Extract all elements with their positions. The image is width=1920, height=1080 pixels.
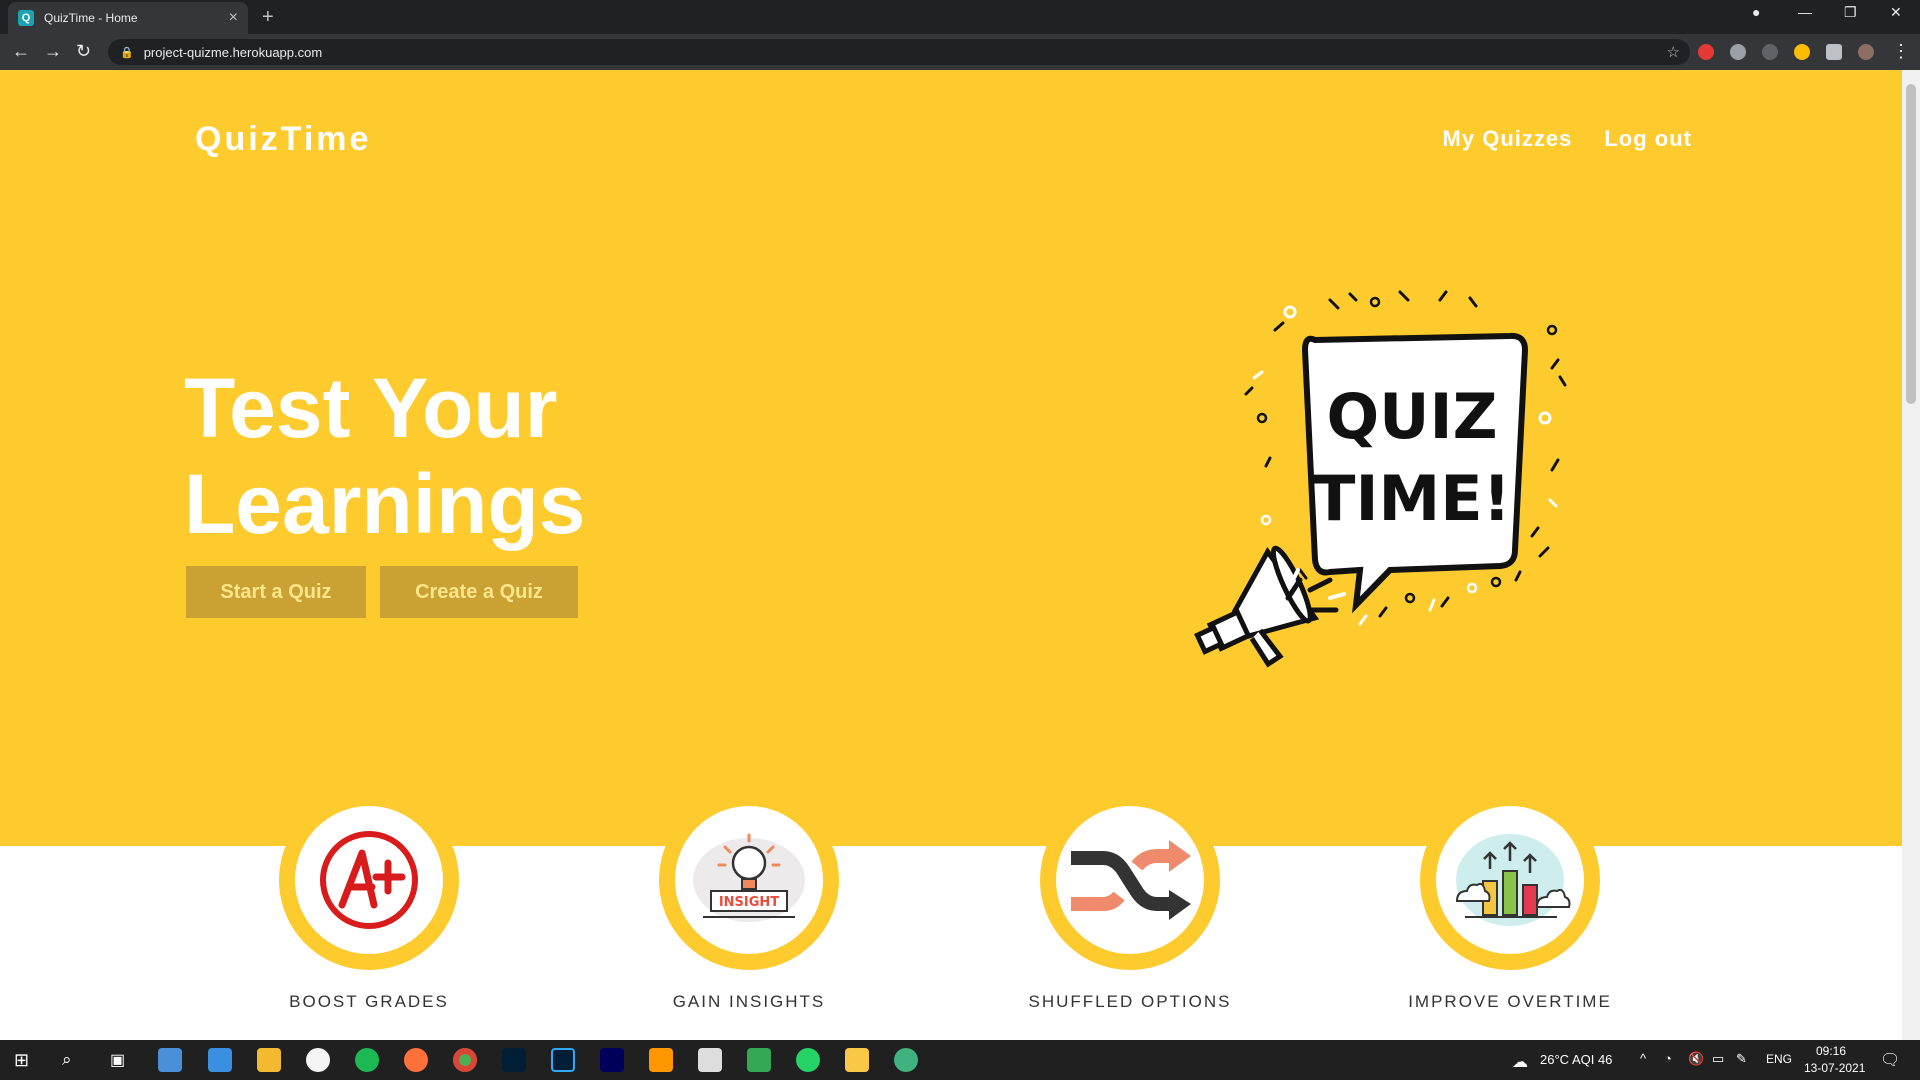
reload-icon[interactable]: ↻ xyxy=(76,41,91,62)
nav-my-quizzes-link[interactable]: My Quizzes xyxy=(1443,126,1573,152)
back-icon[interactable]: ← xyxy=(12,41,30,62)
grade-a-plus-icon xyxy=(320,831,418,929)
minimize-icon[interactable]: — xyxy=(1798,4,1812,20)
forward-icon[interactable]: → xyxy=(44,41,62,62)
create-quiz-button[interactable]: Create a Quiz xyxy=(380,566,578,618)
premiere-icon[interactable] xyxy=(600,1048,624,1072)
extension-icon[interactable] xyxy=(1762,44,1778,60)
pen-icon[interactable]: ✎ xyxy=(1736,1051,1747,1067)
quiz-time-megaphone-illustration: QUIZ TIME! xyxy=(1194,290,1567,668)
feature-label: IMPROVE OVERTIME xyxy=(1408,992,1612,1011)
network-icon[interactable]: ◔ xyxy=(1664,1051,1672,1066)
spotify-icon[interactable] xyxy=(355,1048,379,1072)
scrollbar-thumb[interactable] xyxy=(1906,84,1916,404)
chrome-icon[interactable] xyxy=(453,1048,477,1072)
new-tab-icon[interactable]: + xyxy=(262,6,274,29)
feature-gain-insights: INSIGHT GAIN INSIGHTS xyxy=(659,790,839,1012)
language-indicator[interactable]: ENG xyxy=(1766,1052,1792,1066)
puzzle-extensions-icon[interactable] xyxy=(1826,44,1842,60)
feature-label: GAIN INSIGHTS xyxy=(672,992,826,1011)
clock-date[interactable]: 13-07-2021 xyxy=(1804,1061,1865,1075)
feature-boost-grades: BOOST GRADES xyxy=(279,790,459,1012)
close-tab-icon[interactable]: × xyxy=(229,9,238,27)
battery-icon[interactable]: ▭ xyxy=(1712,1051,1724,1067)
profile-avatar[interactable] xyxy=(1858,44,1874,60)
shuffle-icon xyxy=(1071,840,1191,920)
sublime-icon[interactable] xyxy=(649,1048,673,1072)
weather-cloud-icon[interactable]: ☁ xyxy=(1512,1052,1528,1072)
brand-logo[interactable]: QuizTime xyxy=(195,120,371,159)
address-bar[interactable]: 🔒 project-quizme.herokuapp.com ☆ xyxy=(108,39,1690,65)
lock-icon: 🔒 xyxy=(120,46,134,59)
bookmark-star-icon[interactable]: ☆ xyxy=(1667,43,1680,61)
top-nav: My Quizzes Log out xyxy=(1443,126,1692,152)
browser-toolbar: ← → ↻ 🔒 project-quizme.herokuapp.com ☆ ⋮ xyxy=(0,34,1920,70)
task-view-icon[interactable]: ▣ xyxy=(110,1050,125,1070)
tab-search-icon[interactable]: ● xyxy=(1752,4,1760,20)
app-icon[interactable] xyxy=(894,1048,918,1072)
feature-circle xyxy=(1040,790,1220,970)
browser-tab-bar: Q QuizTime - Home × + ● — ❐ ✕ xyxy=(0,0,1920,34)
hero-headline: Test Your Learnings xyxy=(184,360,585,552)
feature-label: BOOST GRADES xyxy=(289,992,449,1011)
google-drive-icon[interactable] xyxy=(747,1048,771,1072)
menu-kebab-icon[interactable]: ⋮ xyxy=(1892,41,1910,62)
store-icon[interactable] xyxy=(698,1048,722,1072)
hero-section: QuizTime My Quizzes Log out Test Your Le… xyxy=(0,70,1902,846)
restore-icon[interactable]: ❐ xyxy=(1844,4,1857,21)
volume-icon[interactable]: 🔇 xyxy=(1688,1051,1704,1067)
feature-shuffled-options: SHUFFLED OPTIONS xyxy=(1029,790,1229,1012)
url-text: project-quizme.herokuapp.com xyxy=(143,44,323,60)
growth-chart-icon xyxy=(1455,834,1571,926)
clock-time[interactable]: 09:16 xyxy=(1816,1044,1846,1058)
feature-circle: INSIGHT xyxy=(659,790,839,970)
photoshop-icon[interactable] xyxy=(502,1048,526,1072)
desktop-app-icon[interactable] xyxy=(158,1048,182,1072)
adblock-extension-icon[interactable] xyxy=(1698,44,1714,60)
headline-line-1: Test Your xyxy=(184,361,558,455)
colorful-extension-icon[interactable] xyxy=(1794,44,1810,60)
close-window-icon[interactable]: ✕ xyxy=(1890,4,1902,21)
start-quiz-button[interactable]: Start a Quiz xyxy=(186,566,366,618)
headline-line-2: Learnings xyxy=(184,457,586,551)
illustration-text-time: TIME! xyxy=(1313,462,1511,535)
insight-bulb-icon: INSIGHT xyxy=(693,833,805,922)
firefox-icon[interactable] xyxy=(404,1048,428,1072)
page-scrollbar[interactable] xyxy=(1902,70,1920,1040)
tab-quiztime-home[interactable]: Q QuizTime - Home × xyxy=(8,2,248,34)
search-icon[interactable]: ⌕ xyxy=(62,1050,72,1070)
windows-start-icon[interactable]: ⊞ xyxy=(14,1050,29,1071)
windows-taskbar: ⊞ ⌕ ▣ ☁ 26°C AQI 46 ^ ◔ 🔇 ▭ ✎ ENG 09:16 … xyxy=(0,1040,1920,1080)
quiztime-favicon-icon: Q xyxy=(18,10,34,26)
page-viewport: QuizTime My Quizzes Log out Test Your Le… xyxy=(0,70,1902,1040)
weather-text[interactable]: 26°C AQI 46 xyxy=(1540,1052,1612,1067)
hero-buttons: Start a Quiz Create a Quiz xyxy=(186,566,578,618)
nav-logout-link[interactable]: Log out xyxy=(1604,126,1692,152)
tab-title: QuizTime - Home xyxy=(44,11,138,25)
binance-icon[interactable] xyxy=(257,1048,281,1072)
feature-improve-overtime: IMPROVE OVERTIME xyxy=(1408,790,1610,1012)
whatsapp-icon[interactable] xyxy=(796,1048,820,1072)
feature-circle xyxy=(279,790,459,970)
weather-app-icon[interactable] xyxy=(208,1048,232,1072)
features-section: BOOST GRADES INSIGHT GAIN INSIGHTS SHUFF… xyxy=(0,790,1902,1040)
feature-label: SHUFFLED OPTIONS xyxy=(1028,992,1232,1011)
xmind-icon[interactable] xyxy=(306,1048,330,1072)
chevron-up-icon[interactable]: ^ xyxy=(1640,1051,1646,1066)
file-explorer-icon[interactable] xyxy=(845,1048,869,1072)
camera-extension-icon[interactable] xyxy=(1730,44,1746,60)
notifications-icon[interactable]: 🗨 xyxy=(1880,1050,1900,1070)
svg-text:INSIGHT: INSIGHT xyxy=(719,895,779,910)
lightroom-icon[interactable] xyxy=(551,1048,575,1072)
feature-circle xyxy=(1420,790,1600,970)
illustration-text-quiz: QUIZ xyxy=(1326,380,1497,453)
